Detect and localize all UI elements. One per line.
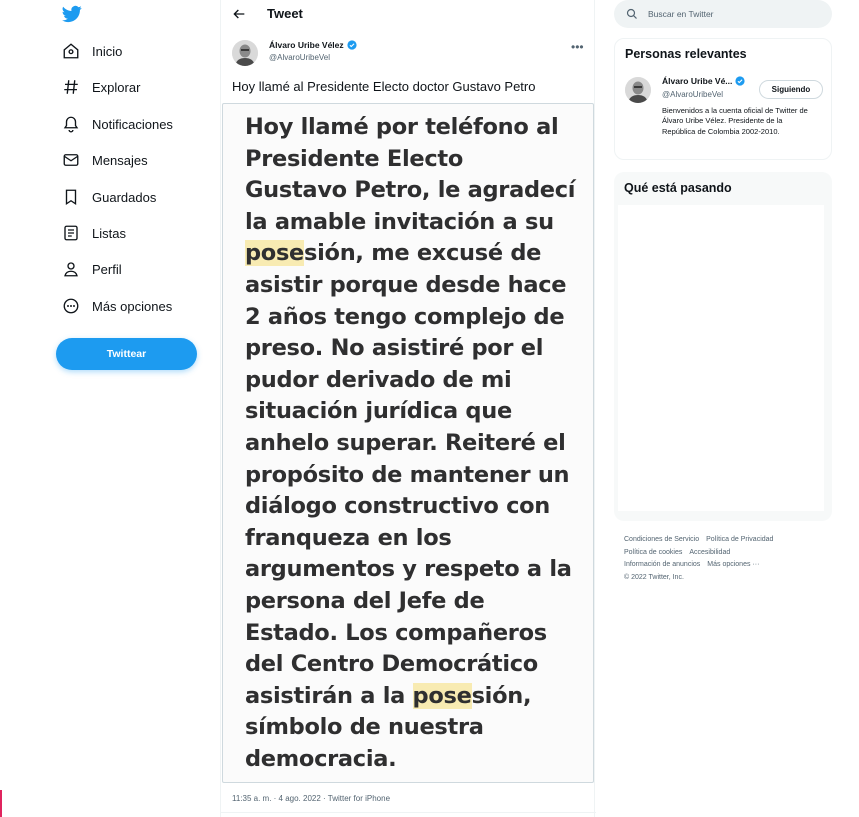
relevant-people-card: Personas relevantes Álvaro Uribe Vé... @… xyxy=(614,38,832,160)
relevant-name-text[interactable]: Álvaro Uribe Vé... xyxy=(662,76,732,86)
search-box[interactable] xyxy=(614,0,832,28)
more-circle-icon xyxy=(63,298,79,314)
footer-link-accessibility[interactable]: Accesibilidad xyxy=(689,549,730,556)
nav-bookmarks[interactable]: Guardados xyxy=(62,185,156,209)
author-avatar[interactable] xyxy=(232,40,258,66)
media-text-line: situación jurídica que xyxy=(245,398,512,425)
media-image-text: Hoy llamé por teléfono al Presidente Elec… xyxy=(245,112,585,775)
page-title: Tweet xyxy=(267,6,303,21)
media-text-line: Presidente Electo xyxy=(245,145,463,172)
footer-link-cookies[interactable]: Política de cookies xyxy=(624,549,682,556)
nav-more-label: Más opciones xyxy=(92,298,173,314)
relevant-handle[interactable]: @AlvaroUribeVel xyxy=(662,90,723,99)
footer-copyright: © 2022 Twitter, Inc. xyxy=(624,573,684,581)
trends-card: Qué está pasando xyxy=(614,172,832,521)
nav-lists[interactable]: Listas xyxy=(62,221,126,245)
footer-link-terms[interactable]: Condiciones de Servicio xyxy=(624,536,699,543)
search-input[interactable] xyxy=(648,6,823,22)
trends-title: Qué está pasando xyxy=(624,181,732,195)
hashtag-icon xyxy=(64,80,78,94)
nav-more[interactable]: Más opciones xyxy=(62,294,172,318)
footer-link-more[interactable]: Más opciones ··· xyxy=(707,561,759,568)
media-text-line: posesión, me excusé de xyxy=(245,240,542,267)
media-text-line: argumentos y respeto a la xyxy=(245,556,572,583)
media-text-line: diálogo constructivo con xyxy=(245,493,551,520)
relevant-people-title: Personas relevantes xyxy=(625,47,747,61)
nav-profile-label: Perfil xyxy=(92,261,122,277)
list-icon xyxy=(64,225,78,241)
nav-explore[interactable]: Explorar xyxy=(62,75,140,99)
media-text-line: franqueza en los xyxy=(245,524,452,551)
media-text-line: 2 años tengo complejo de xyxy=(245,303,565,330)
author-name[interactable]: Álvaro Uribe Vélez xyxy=(269,40,357,50)
media-text-line: Hoy llamé por teléfono al xyxy=(245,114,559,140)
media-text-line: preso. No asistiré por el xyxy=(245,335,544,362)
media-text-line: símbolo de nuestra xyxy=(245,714,484,741)
media-text-line: Estado. Los compañeros xyxy=(245,619,547,646)
tweet-button[interactable]: Twittear xyxy=(56,338,197,370)
nav-explore-label: Explorar xyxy=(92,79,141,95)
tweet-media-image[interactable]: Hoy llamé por teléfono al Presidente Elec… xyxy=(222,103,594,783)
envelope-icon xyxy=(63,154,79,166)
nav-messages-label: Mensajes xyxy=(92,152,148,168)
media-text-line: asistirán a la posesión, xyxy=(245,682,532,709)
footer-link-privacy[interactable]: Política de Privacidad xyxy=(706,536,773,543)
nav-notifications[interactable]: Notificaciones xyxy=(62,112,173,136)
bookmark-icon xyxy=(65,189,77,206)
bell-icon xyxy=(63,116,79,133)
relevant-name[interactable]: Álvaro Uribe Vé... xyxy=(662,76,745,86)
nav-home-label: Inicio xyxy=(92,43,123,59)
footer-link-ads[interactable]: Información de anuncios xyxy=(624,561,700,568)
divider xyxy=(221,812,596,813)
following-button[interactable]: Siguiendo xyxy=(759,80,823,99)
nav-profile[interactable]: Perfil xyxy=(62,257,122,281)
author-name-text[interactable]: Álvaro Uribe Vélez xyxy=(269,40,344,50)
home-icon xyxy=(63,43,79,59)
tweet-text: Hoy llamé al Presidente Electo doctor Gu… xyxy=(232,79,536,94)
media-text-line: persona del Jefe de xyxy=(245,587,485,614)
media-text-line: asistir porque desde hace xyxy=(245,271,567,298)
nav-notifications-label: Notificaciones xyxy=(92,116,173,132)
media-text-line: anhelo superar. Reiteré el xyxy=(245,429,566,456)
relevant-bio: Bienvenidos a la cuenta oficial de Twitt… xyxy=(662,106,808,136)
nav-home[interactable]: Inicio xyxy=(62,39,122,63)
relevant-avatar[interactable] xyxy=(625,77,651,103)
person-icon xyxy=(64,262,78,277)
nav-bookmarks-label: Guardados xyxy=(92,189,157,205)
verified-badge-icon xyxy=(735,76,745,86)
search-icon xyxy=(626,8,637,19)
media-text-line: democracia. xyxy=(245,745,397,772)
edge-marker xyxy=(0,790,2,817)
tweet-timestamp[interactable]: 11:35 a. m. · 4 ago. 2022 · Twitter for … xyxy=(232,794,390,803)
more-options-icon[interactable]: ••• xyxy=(571,40,584,54)
verified-badge-icon xyxy=(347,40,357,50)
media-text-line: Gustavo Petro, le agradecí xyxy=(245,177,576,204)
media-text-line: pudor derivado de mi xyxy=(245,366,512,393)
media-text-line: la amable invitación a su xyxy=(245,208,554,235)
author-handle[interactable]: @AlvaroUribeVel xyxy=(269,53,330,62)
media-text-line: propósito de mantener un xyxy=(245,461,570,488)
nav-messages[interactable]: Mensajes xyxy=(62,148,148,172)
trends-content xyxy=(618,205,824,511)
tweet-column: Tweet Álvaro Uribe Vélez @AlvaroUribeVel… xyxy=(220,0,596,817)
nav-lists-label: Listas xyxy=(92,225,126,241)
media-text-line: del Centro Democrático xyxy=(245,651,538,678)
twitter-bird-icon[interactable] xyxy=(62,4,82,24)
footer-links: Condiciones de Servicio Política de Priva… xyxy=(624,534,824,584)
back-arrow-icon[interactable] xyxy=(231,6,247,22)
